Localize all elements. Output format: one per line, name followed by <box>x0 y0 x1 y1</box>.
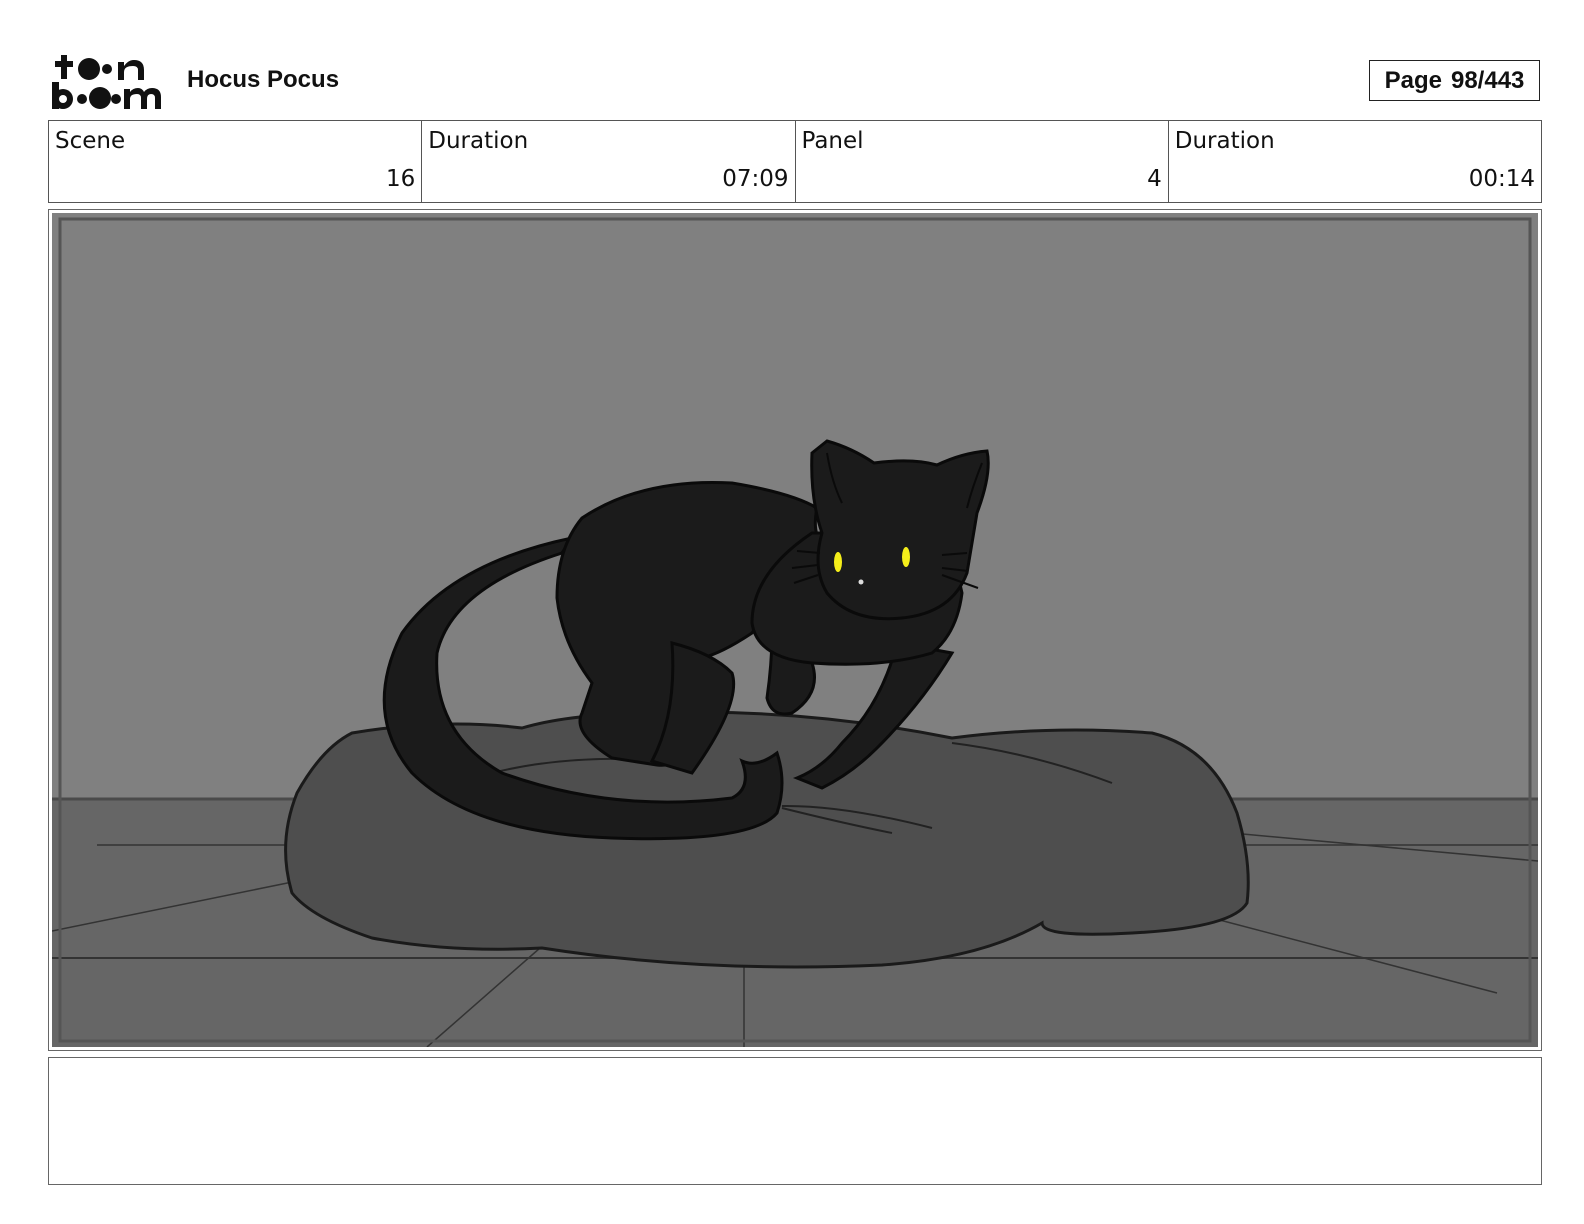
panel-label: Panel <box>801 128 864 154</box>
page-indicator: Page 98/443 <box>1369 60 1540 101</box>
panel-drawing <box>52 213 1538 1047</box>
document-title: Hocus Pocus <box>187 66 340 93</box>
panel-duration-label: Duration <box>1174 128 1275 154</box>
panel-duration-value: 00:14 <box>1468 166 1535 192</box>
cat-eye-right <box>902 547 910 567</box>
scene-value: 16 <box>385 166 416 192</box>
page-label: Page <box>1384 66 1442 94</box>
scene-duration-cell: Duration 07:09 <box>422 121 796 202</box>
page-number: 98/443 <box>1450 66 1525 94</box>
cat-eye-left <box>834 552 842 572</box>
scene-duration-value: 07:09 <box>722 166 789 192</box>
scene-duration-label: Duration <box>428 128 529 154</box>
scene-cell: Scene 16 <box>49 121 423 202</box>
scene-label: Scene <box>55 128 126 154</box>
toon-boom-logo <box>52 52 164 110</box>
storyboard-panel <box>48 209 1542 1051</box>
panel-notes-box <box>48 1057 1542 1185</box>
panel-value: 4 <box>1147 166 1162 192</box>
panel-cell: Panel 4 <box>796 121 1169 202</box>
panel-duration-cell: Duration 00:14 <box>1169 121 1541 202</box>
scene-info-table: Scene 16 Duration 07:09 Panel 4 Duration… <box>48 120 1542 203</box>
